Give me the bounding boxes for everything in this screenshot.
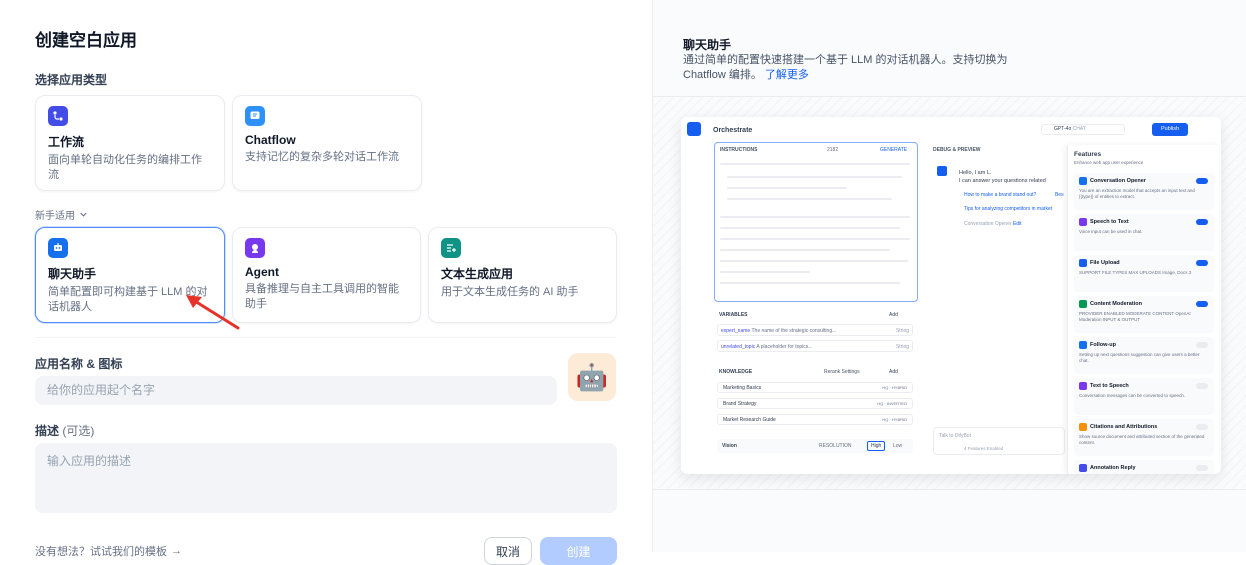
cancel-button[interactable]: 取消 bbox=[484, 537, 532, 565]
optional-hint: (可选) bbox=[62, 424, 95, 438]
app-preview-mock: Orchestrate GPT-4o CHAT Publish INSTRUCT… bbox=[681, 117, 1221, 474]
card-desc: 用于文本生成任务的 AI 助手 bbox=[441, 286, 579, 298]
preview-panel: 聊天助手 通过简单的配置快速搭建一个基于 LLM 的对话机器人。支持切换为 Ch… bbox=[652, 0, 1246, 552]
feature-item: File Upload SUPPORT FILE TYPES MAX UPLOAD… bbox=[1074, 255, 1214, 292]
chat-assistant-icon bbox=[48, 238, 68, 258]
bot-avatar bbox=[937, 166, 947, 176]
card-title: 文本生成应用 bbox=[441, 267, 514, 281]
model-selector: GPT-4o CHAT bbox=[1041, 124, 1125, 135]
arrow-right-icon: → bbox=[171, 545, 182, 557]
app-type-agent-card[interactable]: Agent 具备推理与自主工具调用的智能助手 bbox=[232, 227, 421, 323]
chat-input: Talk to DifyBot 4 Features Enabled bbox=[933, 427, 1065, 455]
beginner-label: 新手适用 bbox=[35, 211, 75, 222]
preview-description: 通过简单的配置快速搭建一个基于 LLM 的对话机器人。支持切换为 Chatflo… bbox=[683, 54, 1008, 81]
features-panel: Features Enhance web app user experience… bbox=[1067, 145, 1219, 474]
bot-icon bbox=[687, 122, 701, 136]
preview-image-area: Orchestrate GPT-4o CHAT Publish INSTRUCT… bbox=[653, 96, 1246, 490]
app-name-input[interactable]: 给你的应用起个名字 bbox=[35, 376, 557, 405]
knowledge-label: KNOWLEDGE bbox=[719, 369, 753, 375]
knowledge-item: Market Research Guide HQ · HYBRID bbox=[717, 414, 913, 425]
beginner-toggle[interactable]: 新手适用 bbox=[35, 207, 88, 222]
robot-icon: 🤖 bbox=[575, 361, 609, 392]
orchestrate-title: Orchestrate bbox=[713, 127, 753, 134]
knowledge-item: Brand Strategy HQ · INVERTED bbox=[717, 398, 913, 409]
preview-title: 聊天助手 bbox=[683, 38, 732, 52]
chevron-down-icon bbox=[80, 212, 87, 217]
variables-label: VARIABLES bbox=[719, 312, 748, 318]
divider bbox=[35, 337, 616, 338]
card-title: 聊天助手 bbox=[48, 267, 97, 281]
agent-icon bbox=[245, 238, 265, 258]
text-generation-icon bbox=[441, 238, 461, 258]
app-type-label: 选择应用类型 bbox=[35, 73, 108, 87]
app-name-label: 应用名称 & 图标 bbox=[35, 357, 123, 371]
feature-item: Conversation Opener You are an extraction… bbox=[1074, 173, 1214, 210]
app-type-workflow-card[interactable]: 工作流 面向单轮自动化任务的编排工作流 bbox=[35, 95, 225, 191]
description-input[interactable]: 输入应用的描述 bbox=[35, 443, 617, 513]
card-title: Chatflow bbox=[245, 133, 296, 147]
feature-item: Annotation Reply bbox=[1074, 460, 1214, 474]
template-link[interactable]: 没有想法？试试我们的模板 → bbox=[35, 543, 182, 559]
card-title: Agent bbox=[245, 265, 279, 279]
feature-item: Content Moderation PROVIDER ENABLED MODER… bbox=[1074, 296, 1214, 333]
app-type-text-generation-card[interactable]: 文本生成应用 用于文本生成任务的 AI 助手 bbox=[428, 227, 617, 323]
create-button[interactable]: 创建 bbox=[540, 537, 617, 565]
annotation-arrow bbox=[186, 295, 240, 330]
instructions-box: INSTRUCTIONS 2182 GENERATE bbox=[714, 142, 918, 302]
card-desc: 面向单轮自动化任务的编排工作流 bbox=[48, 154, 202, 181]
app-icon-picker[interactable]: 🤖 bbox=[568, 353, 616, 401]
variable-row: unrelated_topic A placeholder for topics… bbox=[717, 340, 913, 352]
opener-label: Conversation Opener Edit bbox=[964, 221, 1022, 227]
create-app-panel: 创建空白应用 选择应用类型 工作流 面向单轮自动化任务的编排工作流 Chatfl… bbox=[0, 0, 652, 565]
card-title: 工作流 bbox=[48, 135, 85, 149]
page-title: 创建空白应用 bbox=[35, 31, 137, 50]
card-desc: 具备推理与自主工具调用的智能助手 bbox=[245, 283, 399, 310]
publish-button: Publish bbox=[1152, 123, 1188, 136]
feature-item: Text to Speech Conversation messages can … bbox=[1074, 378, 1214, 415]
debug-title: DEBUG & PREVIEW bbox=[933, 147, 981, 153]
feature-item: Citations and Attributions Show source do… bbox=[1074, 419, 1214, 456]
variable-row: expert_name The name of the strategic co… bbox=[717, 324, 913, 336]
description-label: 描述 (可选) bbox=[35, 424, 95, 438]
feature-item: Speech to Text Voice input can be used in… bbox=[1074, 214, 1214, 251]
workflow-icon bbox=[48, 106, 68, 126]
app-type-chatflow-card[interactable]: Chatflow 支持记忆的复杂多轮对话工作流 bbox=[232, 95, 422, 191]
feature-item: Follow-up Setting up next questions sugge… bbox=[1074, 337, 1214, 374]
knowledge-item: Marketing Basics HQ · HYBRID bbox=[717, 382, 913, 393]
card-desc: 支持记忆的复杂多轮对话工作流 bbox=[245, 151, 399, 163]
learn-more-link[interactable]: 了解更多 bbox=[765, 69, 809, 81]
chatflow-icon bbox=[245, 106, 265, 126]
vision-row: Vision RESOLUTION High Low bbox=[717, 439, 913, 453]
